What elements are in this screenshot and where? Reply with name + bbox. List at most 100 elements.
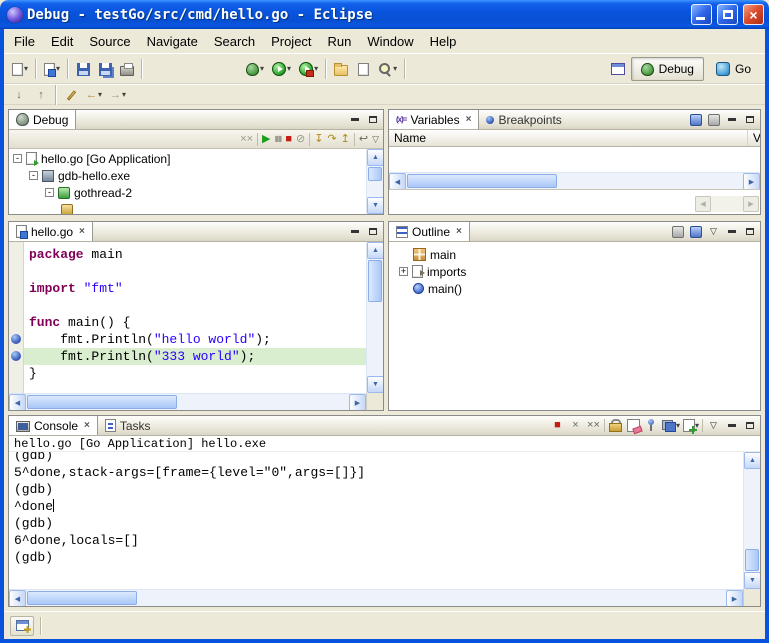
editor-vertical-scrollbar[interactable]: ▲ ▼ [366, 242, 383, 393]
close-editor-tab-button[interactable]: × [79, 227, 85, 237]
scroll-thumb[interactable] [368, 167, 382, 181]
outline-tab[interactable]: Outline × [389, 222, 470, 241]
expander-icon[interactable]: - [45, 188, 54, 197]
scroll-left-button[interactable]: ◀ [695, 196, 711, 212]
debug-view-tab[interactable]: Debug [9, 110, 76, 129]
scroll-track[interactable] [406, 173, 743, 189]
menu-help[interactable]: Help [422, 31, 465, 52]
debug-tree-item-frame-clipped[interactable] [9, 201, 366, 214]
back-button[interactable]: ← ▾ [82, 86, 106, 104]
console-vertical-scrollbar[interactable]: ▲ ▼ [743, 452, 760, 589]
menu-project[interactable]: Project [263, 31, 319, 52]
menu-navigate[interactable]: Navigate [139, 31, 206, 52]
menu-search[interactable]: Search [206, 31, 263, 52]
window-minimize-button[interactable] [691, 4, 712, 25]
clear-console-button[interactable] [626, 418, 641, 433]
code-line[interactable]: fmt.Println("hello world"); [24, 331, 366, 348]
outline-item-main-func[interactable]: main() [389, 280, 760, 297]
code-line[interactable] [24, 297, 366, 314]
external-tools-button[interactable]: ▾ [295, 57, 322, 81]
outline-item-package[interactable]: main [389, 246, 760, 263]
remove-all-terminated-button[interactable]: ×× [240, 134, 253, 145]
editor-annotation-ruler[interactable] [9, 242, 24, 393]
run-launch-button[interactable]: ▾ [268, 57, 295, 81]
forward-button[interactable]: → ▾ [106, 86, 130, 104]
console-tab[interactable]: Console × [9, 416, 98, 435]
debug-view-menu-button[interactable]: ▽ [372, 135, 379, 144]
column-name[interactable]: Name [389, 130, 748, 146]
scroll-right-button[interactable]: ▶ [743, 196, 759, 212]
editor-horizontal-scrollbar[interactable]: ◀ ▶ [9, 393, 366, 410]
maximize-view-button[interactable] [742, 112, 757, 127]
expander-icon[interactable]: - [29, 171, 38, 180]
close-console-tab-button[interactable]: × [84, 421, 90, 431]
new-wizard-button[interactable]: ▾ [8, 57, 32, 81]
scroll-down-button[interactable]: ▼ [367, 376, 383, 393]
maximize-view-button[interactable] [365, 112, 380, 127]
scroll-right-button[interactable]: ▶ [349, 394, 366, 411]
step-return-button[interactable]: ↥ [341, 134, 350, 145]
console-horizontal-scrollbar[interactable]: ◀ ▶ [9, 589, 743, 606]
maximize-view-button[interactable] [742, 418, 757, 433]
window-close-button[interactable]: × [743, 4, 764, 25]
disconnect-button[interactable]: ⊘ [296, 134, 305, 145]
console-terminate-button[interactable]: ■ [550, 418, 565, 433]
scroll-right-button[interactable]: ▶ [726, 590, 743, 607]
code-line[interactable]: import "fmt" [24, 280, 366, 297]
open-perspective-button[interactable] [607, 57, 629, 81]
code-line[interactable]: package main [24, 246, 366, 263]
new-go-element-button[interactable]: ▾ [40, 57, 64, 81]
close-variables-tab-button[interactable]: × [466, 115, 472, 125]
resume-button[interactable]: ▶ [262, 134, 270, 145]
outline-item-imports[interactable]: + imports [389, 263, 760, 280]
variables-content[interactable] [389, 147, 760, 172]
previous-annotation-button[interactable]: ↑ [30, 86, 52, 104]
scroll-thumb[interactable] [368, 260, 382, 302]
scroll-up-button[interactable]: ▲ [367, 242, 383, 259]
editor-tab-hello-go[interactable]: hello.go × [9, 222, 93, 241]
scroll-down-button[interactable]: ▼ [744, 572, 760, 589]
minimize-view-button[interactable] [724, 112, 739, 127]
expander-icon[interactable]: - [13, 154, 22, 163]
scroll-track[interactable] [26, 394, 349, 410]
step-over-button[interactable]: ↷ [327, 134, 336, 145]
maximize-view-button[interactable] [365, 224, 380, 239]
pin-console-button[interactable] [644, 418, 659, 433]
scroll-up-button[interactable]: ▲ [744, 452, 760, 469]
console-output[interactable]: (gdb) 5^done,stack-args=[frame={level="0… [9, 452, 743, 589]
window-maximize-button[interactable] [717, 4, 738, 25]
sort-button[interactable] [670, 224, 685, 239]
last-edit-location-button[interactable] [60, 86, 82, 104]
variables-tab[interactable]: (x)= Variables × [389, 110, 479, 129]
remove-launch-button[interactable]: × [568, 418, 583, 433]
outline-view-menu-button[interactable]: ▽ [706, 224, 721, 239]
scroll-left-button[interactable]: ◀ [389, 173, 406, 190]
scroll-thumb[interactable] [407, 174, 557, 188]
scroll-left-button[interactable]: ◀ [9, 590, 26, 607]
open-file-button[interactable] [352, 57, 374, 81]
scroll-track[interactable] [367, 259, 383, 376]
code-line-current[interactable]: fmt.Println("333 world"); [24, 348, 366, 365]
column-value[interactable]: V [748, 130, 760, 146]
breakpoint-marker-icon[interactable] [11, 351, 21, 361]
debug-tree-item-launch[interactable]: - hello.go [Go Application] [9, 150, 366, 167]
scroll-thumb[interactable] [27, 591, 137, 605]
expander-icon[interactable]: + [399, 267, 408, 276]
drop-to-frame-button[interactable]: ↩ [359, 134, 368, 145]
collapse-all-button[interactable] [706, 112, 721, 127]
close-outline-tab-button[interactable]: × [456, 227, 462, 237]
perspective-go-button[interactable]: Go [706, 57, 761, 81]
code-line[interactable]: func main() { [24, 314, 366, 331]
debug-tree-item-thread[interactable]: - gothread-2 [9, 184, 366, 201]
minimize-view-button[interactable] [347, 224, 362, 239]
open-folder-button[interactable] [330, 57, 352, 81]
save-button[interactable] [72, 57, 94, 81]
step-into-button[interactable]: ↧ [314, 134, 323, 145]
menu-window[interactable]: Window [359, 31, 421, 52]
debug-launch-button[interactable]: ▾ [242, 57, 268, 81]
next-annotation-button[interactable]: ↓ [8, 86, 30, 104]
print-button[interactable] [116, 57, 138, 81]
minimize-view-button[interactable] [724, 224, 739, 239]
fast-view-button[interactable] [10, 616, 34, 636]
tasks-tab[interactable]: Tasks [98, 416, 158, 435]
